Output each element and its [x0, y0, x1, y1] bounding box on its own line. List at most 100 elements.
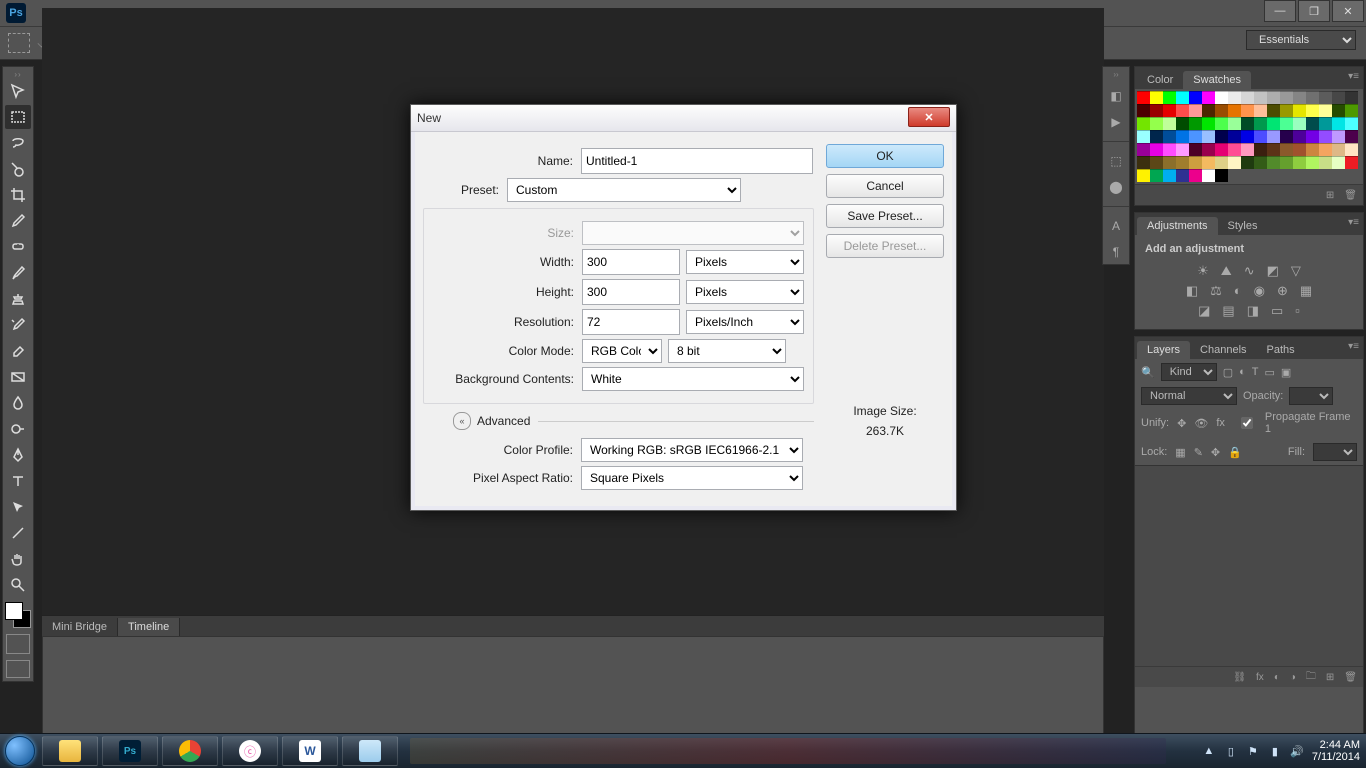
swatch-cell[interactable]	[1332, 156, 1345, 169]
gradient-tool[interactable]	[5, 365, 31, 389]
swatch-cell[interactable]	[1137, 169, 1150, 182]
swatch-cell[interactable]	[1215, 156, 1228, 169]
quick-mask-icon[interactable]	[6, 634, 30, 654]
hand-tool[interactable]	[5, 547, 31, 571]
swatch-cell[interactable]	[1163, 169, 1176, 182]
swatch-cell[interactable]	[1176, 117, 1189, 130]
adjustments-tab[interactable]: Adjustments	[1137, 217, 1218, 235]
dialog-close-button[interactable]: ✕	[908, 107, 950, 127]
swatch-cell[interactable]	[1254, 130, 1267, 143]
advanced-toggle-icon[interactable]: «	[453, 412, 471, 430]
cancel-button[interactable]: Cancel	[826, 174, 944, 198]
rect-marquee-tool[interactable]	[5, 105, 31, 129]
swatch-cell[interactable]	[1202, 143, 1215, 156]
swatch-cell[interactable]	[1202, 130, 1215, 143]
new-swatch-icon[interactable]: ⊞	[1326, 190, 1334, 201]
swatch-cell[interactable]	[1293, 91, 1306, 104]
colorbal-icon[interactable]: ⚖	[1210, 283, 1222, 299]
path-select-tool[interactable]	[5, 495, 31, 519]
swatch-cell[interactable]	[1241, 130, 1254, 143]
panel-menu-icon[interactable]: ▾≡	[1348, 217, 1359, 228]
brightness-icon[interactable]: ☀	[1197, 263, 1209, 279]
width-input[interactable]	[582, 249, 680, 275]
filter-type-icon[interactable]: T	[1252, 366, 1259, 378]
type-tool[interactable]	[5, 469, 31, 493]
blend-mode-select[interactable]: Normal	[1141, 387, 1237, 405]
taskbar-explorer[interactable]	[42, 736, 98, 766]
eraser-tool[interactable]	[5, 339, 31, 363]
vibrance-icon[interactable]: ▽	[1291, 263, 1301, 279]
swatch-cell[interactable]	[1332, 130, 1345, 143]
swatch-cell[interactable]	[1293, 143, 1306, 156]
swatch-cell[interactable]	[1176, 104, 1189, 117]
swatch-cell[interactable]	[1267, 104, 1280, 117]
swatch-cell[interactable]	[1137, 156, 1150, 169]
swatch-cell[interactable]	[1293, 117, 1306, 130]
taskbar-chrome[interactable]	[162, 736, 218, 766]
taskbar-word[interactable]: W	[282, 736, 338, 766]
bw-icon[interactable]: ◐	[1234, 283, 1242, 299]
layer-filter-select[interactable]: Kind	[1161, 363, 1217, 381]
swatch-cell[interactable]	[1189, 130, 1202, 143]
dialog-title-bar[interactable]: New ✕	[411, 105, 956, 132]
swatch-cell[interactable]	[1163, 130, 1176, 143]
swatch-cell[interactable]	[1150, 169, 1163, 182]
swatch-cell[interactable]	[1241, 117, 1254, 130]
lock-all-icon[interactable]: 🔒	[1228, 446, 1242, 459]
unify-style-icon[interactable]: fx	[1216, 417, 1225, 429]
swatch-cell[interactable]	[1215, 91, 1228, 104]
paragraph-panel-icon[interactable]: ¶	[1107, 243, 1125, 261]
swatch-cell[interactable]	[1319, 143, 1332, 156]
swatch-cell[interactable]	[1189, 169, 1202, 182]
swatch-cell[interactable]	[1319, 156, 1332, 169]
tray-volume-icon[interactable]: 🔊	[1290, 744, 1304, 758]
propagate-checkbox[interactable]	[1241, 417, 1253, 429]
tray-flag-icon[interactable]: ⚑	[1246, 744, 1260, 758]
swatch-cell[interactable]	[1254, 104, 1267, 117]
link-layers-icon[interactable]: ⛓	[1233, 672, 1246, 683]
swatch-cell[interactable]	[1293, 104, 1306, 117]
layer-fx-icon[interactable]: fx	[1256, 672, 1264, 683]
swatch-cell[interactable]	[1306, 156, 1319, 169]
opacity-select[interactable]	[1289, 387, 1333, 405]
preset-select[interactable]: Custom	[507, 178, 741, 202]
swatch-cell[interactable]	[1202, 169, 1215, 182]
posterize-icon[interactable]: ▤	[1222, 303, 1234, 319]
swatch-cell[interactable]	[1163, 104, 1176, 117]
new-layer-icon[interactable]: ⊞	[1326, 672, 1334, 683]
workspace-switcher[interactable]: Essentials	[1246, 30, 1356, 50]
swatch-cell[interactable]	[1306, 91, 1319, 104]
panel-grip-icon[interactable]: ››	[14, 70, 21, 78]
history-panel-icon[interactable]: ◧	[1107, 87, 1125, 105]
swatch-cell[interactable]	[1163, 156, 1176, 169]
quick-select-tool[interactable]	[5, 157, 31, 181]
tray-battery-icon[interactable]: ▯	[1224, 744, 1238, 758]
paths-tab[interactable]: Paths	[1257, 341, 1305, 359]
swatch-cell[interactable]	[1137, 117, 1150, 130]
start-button[interactable]	[0, 734, 40, 768]
swatch-cell[interactable]	[1241, 156, 1254, 169]
panel-menu-icon[interactable]: ▾≡	[1348, 71, 1359, 82]
curves-icon[interactable]: ∿	[1244, 263, 1255, 279]
swatch-cell[interactable]	[1332, 117, 1345, 130]
swatch-cell[interactable]	[1345, 130, 1358, 143]
delete-preset-button[interactable]: Delete Preset...	[826, 234, 944, 258]
swatch-cell[interactable]	[1150, 91, 1163, 104]
gradmap-icon[interactable]: ▭	[1271, 303, 1283, 319]
chmixer-icon[interactable]: ⊕	[1277, 283, 1288, 299]
swatch-cell[interactable]	[1345, 104, 1358, 117]
swatch-cell[interactable]	[1267, 156, 1280, 169]
tray-show-hidden-icon[interactable]: ▲	[1202, 744, 1216, 758]
lookup-icon[interactable]: ▦	[1300, 283, 1312, 299]
swatch-cell[interactable]	[1150, 156, 1163, 169]
swatch-cell[interactable]	[1280, 91, 1293, 104]
filter-smart-icon[interactable]: ▣	[1281, 366, 1291, 379]
new-fill-adjust-icon[interactable]: ◑	[1290, 672, 1296, 683]
resolution-input[interactable]	[582, 309, 680, 335]
swatch-cell[interactable]	[1293, 156, 1306, 169]
swatch-cell[interactable]	[1137, 130, 1150, 143]
swatch-cell[interactable]	[1228, 143, 1241, 156]
swatch-cell[interactable]	[1137, 104, 1150, 117]
swatch-cell[interactable]	[1228, 130, 1241, 143]
clone-stamp-tool[interactable]	[5, 287, 31, 311]
